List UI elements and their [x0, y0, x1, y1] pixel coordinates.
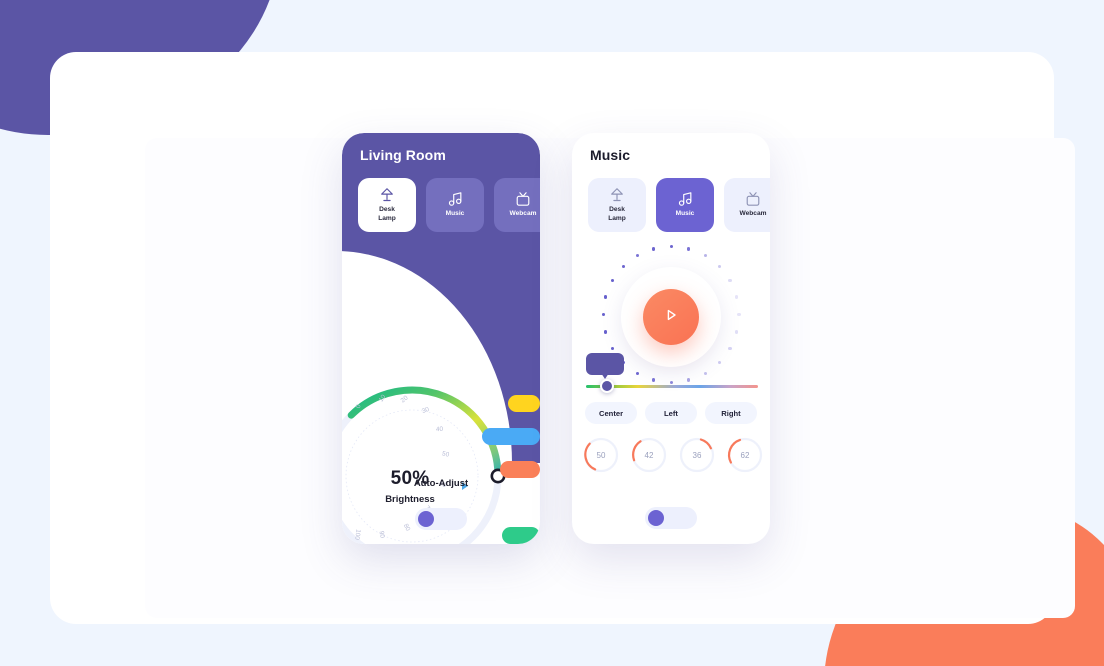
play-button[interactable] [643, 289, 699, 345]
main-panel [50, 52, 1075, 624]
auto-adjust-toggle[interactable] [415, 508, 467, 530]
eq-gauge[interactable]: 50 [582, 436, 620, 474]
tile-label: Desk Lamp [608, 206, 626, 222]
ring-dot [735, 330, 739, 334]
ring-dot [669, 380, 673, 384]
eq-gauge[interactable]: 36 [678, 436, 716, 474]
color-pill-white[interactable] [506, 494, 540, 511]
color-pill-blue[interactable] [482, 428, 540, 445]
tile-label: Webcam [509, 210, 537, 218]
ring-dot [703, 371, 707, 375]
ring-dot [728, 346, 732, 351]
auto-adjust-label: Auto-Adjust [413, 478, 469, 489]
ring-dot [735, 295, 739, 299]
eq-gauge[interactable]: 42 [630, 436, 668, 474]
card2-device-tiles: Desk Lamp Music Webcam [588, 178, 770, 232]
dial-caption: Brightness [385, 494, 435, 505]
eq-gauge-value: 50 [596, 450, 606, 460]
ring-dot [669, 245, 673, 249]
position-button-right[interactable]: Right [705, 402, 757, 424]
ring-dot [652, 247, 656, 251]
eq-gauge-value: 62 [740, 450, 750, 460]
webcam-tv-icon [744, 191, 762, 207]
tile-label: Music [675, 210, 695, 218]
tile-desk-lamp[interactable]: Desk Lamp [588, 178, 646, 232]
speaker-position-group: Center Left Right [585, 402, 757, 424]
ring-dot [717, 264, 721, 269]
ring-dot [717, 360, 721, 365]
ring-dot [610, 346, 615, 351]
play-icon [663, 307, 679, 328]
eq-gauge[interactable]: 62 [726, 436, 764, 474]
color-pill-orange[interactable] [500, 461, 540, 478]
tile-label: Music [445, 210, 465, 218]
eq-gauge-value: 36 [692, 450, 702, 460]
card1-title: Living Room [360, 147, 446, 163]
tile-desk-lamp[interactable]: Desk Lamp [358, 178, 416, 232]
ring-dot [652, 378, 656, 382]
tile-label: Webcam [739, 210, 767, 218]
eq-gauge-list: 50 42 36 62 [582, 436, 764, 474]
webcam-tv-icon [514, 191, 532, 207]
color-pill-yellow[interactable] [508, 395, 540, 412]
desk-lamp-icon [608, 187, 626, 203]
tile-webcam[interactable]: Webcam [494, 178, 540, 232]
ring-dot [604, 295, 608, 299]
position-button-center[interactable]: Center [585, 402, 637, 424]
ring-dot [604, 330, 608, 334]
tile-webcam[interactable]: Webcam [724, 178, 770, 232]
slider-knob[interactable] [600, 379, 614, 393]
ring-dot [635, 371, 640, 375]
music-note-icon [447, 191, 464, 207]
dial-tick-50: 50 [441, 450, 450, 459]
ring-dot [687, 247, 691, 251]
toggle-knob [418, 511, 434, 527]
card2-title: Music [590, 147, 631, 163]
position-button-left[interactable]: Left [645, 402, 697, 424]
living-room-card: Living Room Desk Lamp Music Webcam 0 10 … [342, 133, 540, 544]
ring-dot [703, 254, 707, 258]
screen-root: Living Room Desk Lamp Music Webcam 0 10 … [0, 0, 1104, 666]
ring-dot [635, 254, 640, 258]
dial-tick-100: 100 [353, 528, 362, 541]
ring-dot [610, 278, 615, 283]
slider-value-bubble [586, 353, 624, 379]
desk-lamp-icon [378, 187, 396, 203]
toggle-knob [648, 510, 664, 526]
dial-tick-90: 90 [377, 530, 386, 539]
music-note-icon [677, 191, 694, 207]
card1-device-tiles: Desk Lamp Music Webcam [358, 178, 540, 232]
ring-dot [621, 264, 626, 269]
ring-dot [728, 278, 732, 283]
ring-dot [601, 312, 606, 317]
dial-tick-40: 40 [435, 425, 444, 434]
music-card: Music Desk Lamp Music Webcam Center Left… [572, 133, 770, 544]
eq-gauge-value: 42 [644, 450, 654, 460]
tile-music[interactable]: Music [656, 178, 714, 232]
tile-music[interactable]: Music [426, 178, 484, 232]
color-pill-list [482, 395, 540, 544]
tile-label: Desk Lamp [378, 206, 396, 222]
ring-dot [737, 312, 741, 317]
ring-dot [687, 378, 691, 382]
music-power-toggle[interactable] [645, 507, 697, 529]
color-pill-green[interactable] [502, 527, 540, 544]
